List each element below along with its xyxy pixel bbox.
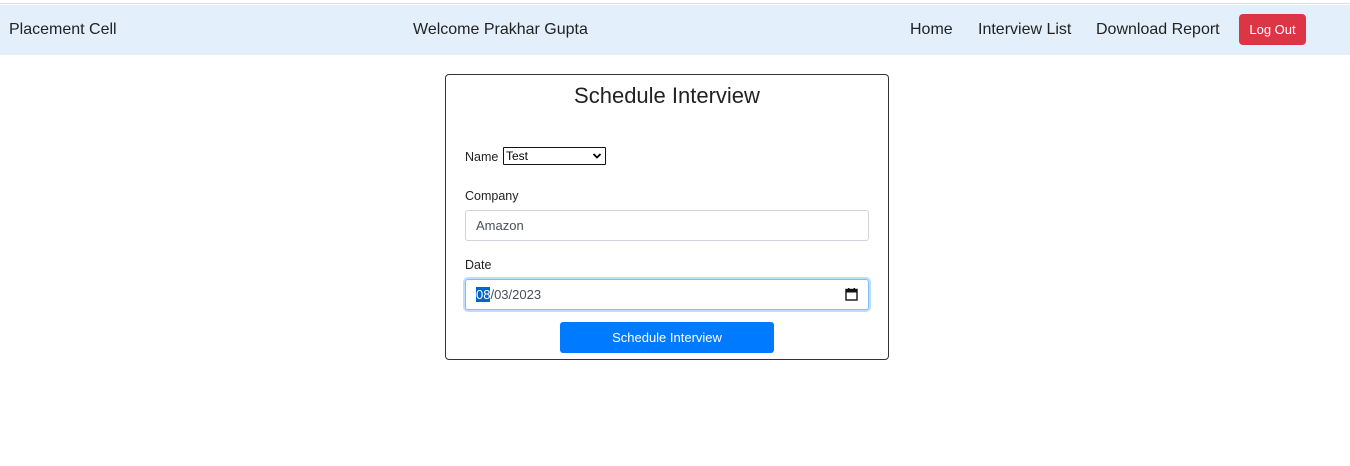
calendar-icon[interactable] <box>845 288 858 301</box>
nav-link-download-report[interactable]: Download Report <box>1096 21 1220 39</box>
company-input[interactable]: Amazon <box>465 210 869 241</box>
welcome-message: Welcome Prakhar Gupta <box>413 21 588 38</box>
brand-title[interactable]: Placement Cell <box>9 21 117 39</box>
date-label: Date <box>465 258 492 272</box>
navbar: Placement Cell Welcome Prakhar Gupta Hom… <box>0 5 1350 55</box>
date-value: 08/03/2023 <box>476 280 541 309</box>
nav-link-home[interactable]: Home <box>910 21 953 39</box>
form-title: Schedule Interview <box>574 83 760 108</box>
chevron-down-icon <box>592 153 602 159</box>
schedule-interview-button[interactable]: Schedule Interview <box>560 322 774 353</box>
name-label: Name <box>465 150 499 164</box>
date-input[interactable]: 08/03/2023 <box>465 279 869 310</box>
date-day-year-segment[interactable]: /03/2023 <box>490 287 541 302</box>
company-label: Company <box>465 189 519 203</box>
name-select-value: Test <box>506 149 529 163</box>
nav-link-interview-list[interactable]: Interview List <box>978 21 1071 39</box>
schedule-interview-form: Schedule Interview Name Test Company Ama… <box>445 74 889 360</box>
date-month-segment[interactable]: 08 <box>476 287 491 302</box>
browser-top-edge <box>0 0 1350 4</box>
logout-button[interactable]: Log Out <box>1239 14 1306 45</box>
name-select[interactable]: Test <box>503 147 606 165</box>
